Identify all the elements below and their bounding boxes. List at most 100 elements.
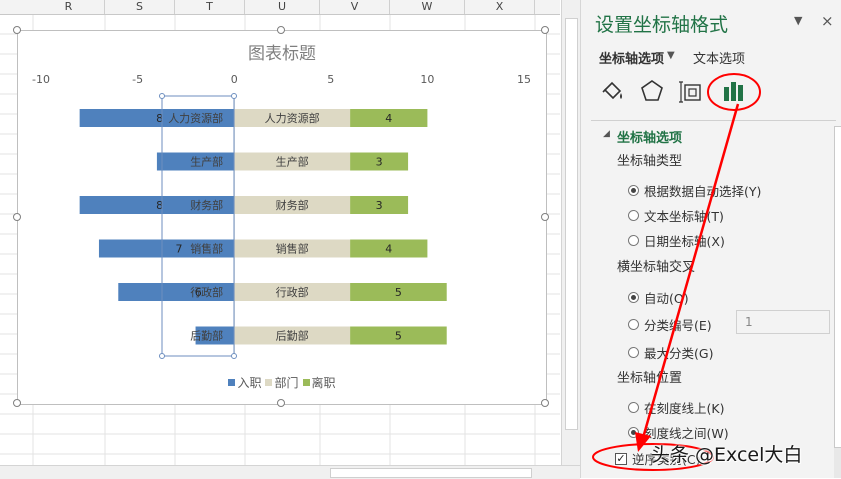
data-label[interactable]: 人力资源部	[265, 111, 320, 125]
size-properties-icon[interactable]	[677, 76, 707, 106]
axis-tick-label: 10	[420, 73, 434, 86]
category-axis-label[interactable]: 财务部	[190, 198, 223, 212]
category-axis-label[interactable]: 生产部	[190, 155, 223, 169]
radio-label: 自动(O)	[644, 291, 689, 306]
scroll-thumb[interactable]	[330, 468, 532, 478]
radio-label: 日期坐标轴(X)	[644, 234, 725, 249]
pane-title: 设置坐标轴格式	[595, 14, 729, 36]
radio-label: 最大分类(G)	[644, 346, 714, 361]
legend-label: 部门	[274, 376, 299, 390]
watermark: 头条 @Excel大白	[651, 444, 803, 466]
chart-resize-handle[interactable]	[13, 399, 21, 407]
vertical-scrollbar[interactable]	[561, 0, 580, 465]
data-label[interactable]: 销售部	[276, 242, 309, 256]
fill-bucket-icon[interactable]	[597, 76, 627, 106]
axis-position-label: 坐标轴位置	[617, 371, 683, 386]
checkbox-checked-icon[interactable]: ✓	[615, 452, 627, 465]
column-header-T[interactable]: T	[175, 0, 245, 14]
pane-options-dropdown[interactable]: ▼	[794, 14, 802, 27]
column-header-bar: RSTUVWX	[0, 0, 560, 15]
chart-resize-handle[interactable]	[277, 26, 285, 34]
axis-tick-label: -5	[132, 73, 143, 86]
data-label[interactable]: 7	[175, 243, 182, 256]
data-label[interactable]: 生产部	[276, 155, 309, 169]
pentagon-effects-icon[interactable]	[637, 76, 667, 106]
legend-swatch	[228, 379, 236, 386]
pane-scrollbar[interactable]	[834, 126, 841, 478]
column-header-V[interactable]: V	[320, 0, 390, 14]
legend-item[interactable]: 部门	[265, 374, 299, 391]
section-axis-options[interactable]: 坐标轴选项	[617, 127, 682, 146]
data-label[interactable]: 后勤部	[276, 329, 309, 343]
legend-item[interactable]: 入职	[228, 374, 261, 391]
plot-area[interactable]: -10 -5 0 5 10 158 人力资源部 4人力资源部生产部 3生产部8 财务部 3财务部7 销…	[18, 31, 546, 404]
radio-label: 文本坐标轴(T)	[644, 209, 724, 224]
category-axis-label[interactable]: 人力资源部	[168, 111, 223, 125]
category-axis-label[interactable]: 后勤部	[190, 329, 223, 343]
collapse-caret-icon[interactable]: ◢	[603, 129, 610, 139]
radio-cross-max-category[interactable]: 最大分类(G)	[628, 343, 713, 362]
chart-resize-handle[interactable]	[13, 212, 21, 221]
data-label[interactable]: 4	[385, 112, 392, 125]
radio-on-tick-marks[interactable]: 在刻度线上(K)	[628, 398, 724, 417]
radio-text-axis[interactable]: 文本坐标轴(T)	[628, 206, 724, 225]
chart-resize-handle[interactable]	[13, 26, 21, 34]
selected-axis-frame[interactable]	[161, 95, 235, 357]
data-label[interactable]: 4	[385, 243, 392, 256]
data-label[interactable]: 5	[395, 330, 402, 343]
radio-cross-auto[interactable]: 自动(O)	[628, 288, 689, 307]
axis-tick-label: 15	[517, 73, 531, 86]
data-label[interactable]: 3	[376, 199, 383, 212]
legend[interactable]: 入职 部门 离职	[18, 374, 546, 391]
cross-label: 横坐标轴交叉	[617, 260, 696, 275]
axis-selection-handle[interactable]	[231, 93, 237, 99]
close-icon[interactable]: ×	[821, 12, 834, 30]
tab-text-options[interactable]: 文本选项	[693, 48, 745, 67]
category-number-input[interactable]: 1	[736, 310, 830, 334]
legend-label: 入职	[237, 376, 262, 390]
column-header-R[interactable]: R	[33, 0, 105, 14]
chart-resize-handle[interactable]	[541, 399, 549, 407]
radio-button[interactable]	[628, 319, 639, 330]
horizontal-scrollbar[interactable]	[0, 465, 580, 479]
chart-resize-handle[interactable]	[541, 212, 549, 221]
chart-resize-handle[interactable]	[541, 26, 549, 34]
radio-button[interactable]	[628, 185, 639, 196]
radio-button[interactable]	[628, 292, 639, 303]
legend-item[interactable]: 离职	[302, 374, 336, 391]
axis-selection-handle[interactable]	[231, 353, 237, 359]
data-label[interactable]: 行政部	[276, 285, 309, 299]
axis-selection-handle[interactable]	[159, 93, 165, 99]
data-label[interactable]: 财务部	[276, 198, 309, 212]
bar-chart-options-icon[interactable]	[718, 76, 748, 106]
axis-tick-label: -10	[32, 73, 50, 86]
chart-resize-handle[interactable]	[277, 399, 285, 407]
column-header-U[interactable]: U	[245, 0, 320, 14]
legend-swatch	[302, 379, 310, 386]
axis-tick-label: 0	[231, 73, 238, 86]
radio-date-axis[interactable]: 日期坐标轴(X)	[628, 231, 725, 250]
data-label[interactable]: 3	[376, 156, 383, 169]
axis-type-label: 坐标轴类型	[617, 154, 683, 169]
radio-button[interactable]	[628, 402, 639, 413]
column-header-W[interactable]: W	[390, 0, 465, 14]
radio-label: 在刻度线上(K)	[644, 401, 725, 416]
column-header-S[interactable]: S	[105, 0, 175, 14]
category-axis-label[interactable]: 行政部	[190, 285, 223, 299]
worksheet[interactable]: RSTUVWX 图表标题 -10 -5 0 5 10 15 8 人力资源部 4 人力资源部 生产部 3…	[0, 0, 580, 479]
data-label[interactable]: 5	[395, 286, 402, 299]
column-header-X[interactable]: X	[465, 0, 535, 14]
category-axis-label[interactable]: 销售部	[190, 242, 223, 256]
chart-area[interactable]: 图表标题 -10 -5 0 5 10 15 8 人力资源部 4 人力资源部 生产部 3 生产部 8 财务部 3…	[13, 26, 549, 407]
axis-selection-handle[interactable]	[159, 353, 165, 359]
radio-cross-category-number[interactable]: 分类编号(E)	[628, 315, 712, 334]
radio-button[interactable]	[628, 347, 639, 358]
scroll-thumb[interactable]	[565, 18, 578, 430]
chevron-down-icon[interactable]: ▼	[667, 50, 675, 61]
radio-button[interactable]	[628, 427, 639, 438]
tab-axis-options[interactable]: 坐标轴选项	[599, 48, 664, 67]
radio-button[interactable]	[628, 235, 639, 246]
radio-button[interactable]	[628, 210, 639, 221]
scroll-thumb[interactable]	[834, 126, 841, 448]
radio-auto-select[interactable]: 根据数据自动选择(Y)	[628, 181, 761, 200]
